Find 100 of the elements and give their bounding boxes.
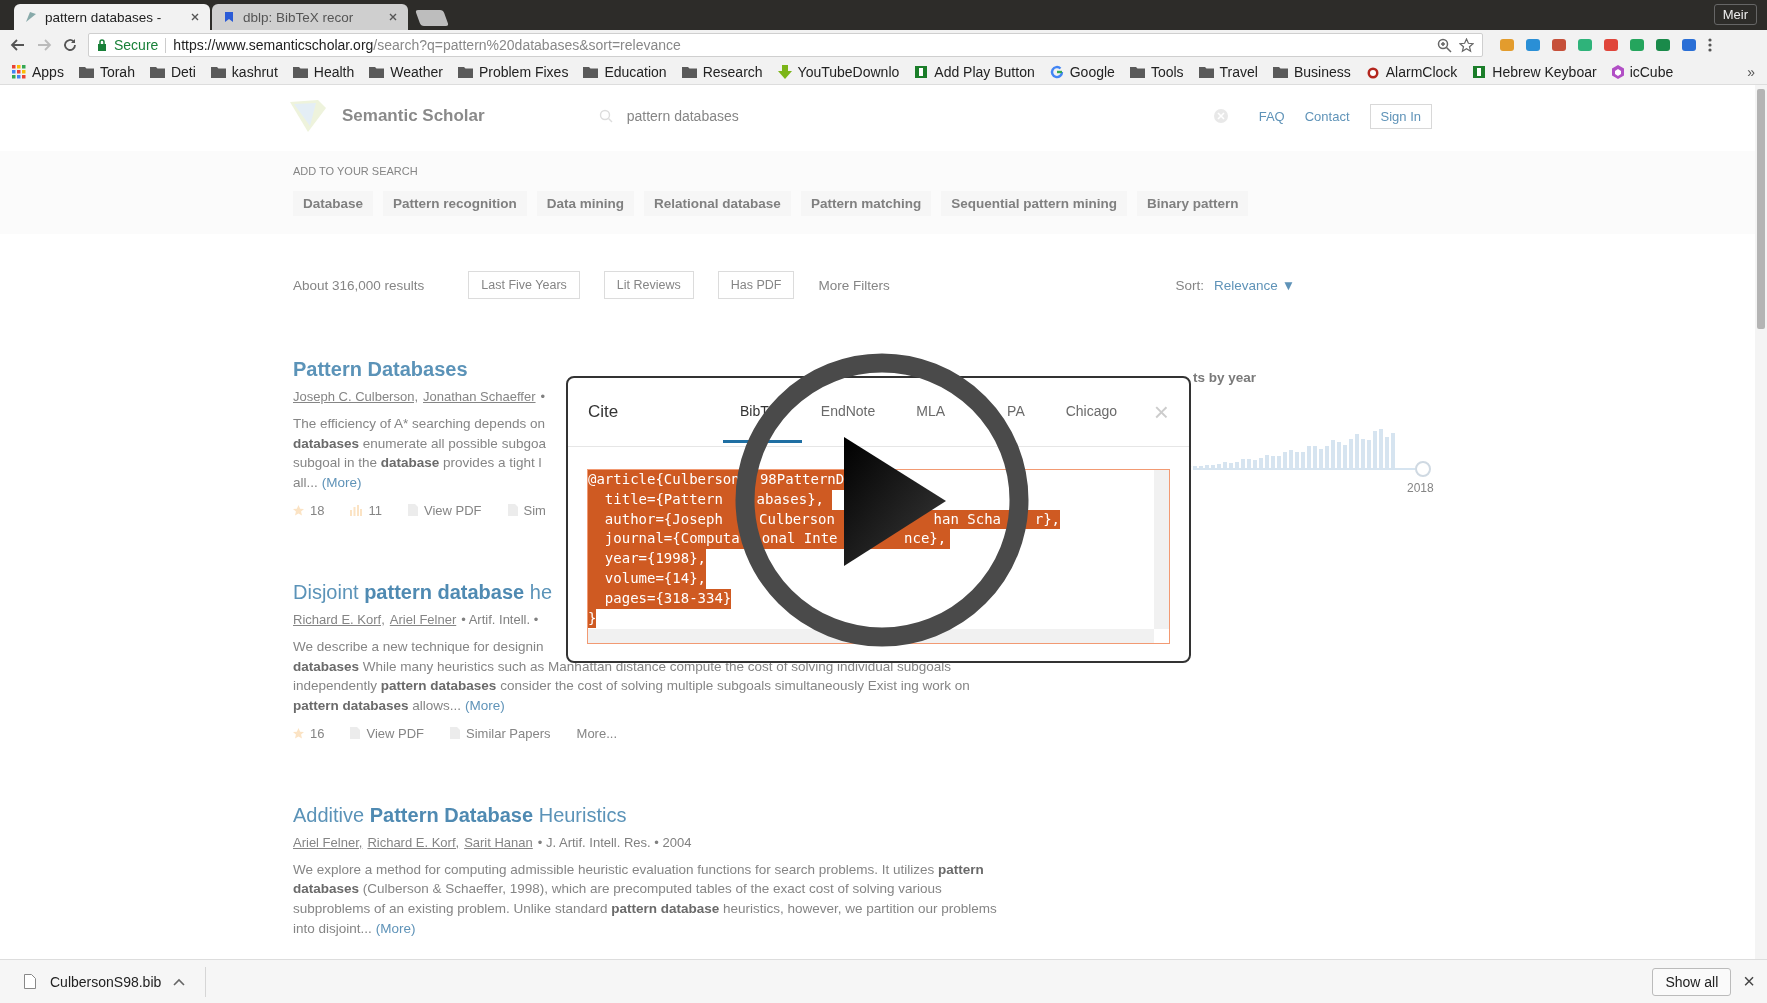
extension-icon[interactable]	[1525, 37, 1541, 53]
topic-chip[interactable]: Database	[293, 191, 374, 216]
more-bookmarks-button[interactable]: »	[1747, 64, 1755, 80]
close-icon[interactable]	[388, 12, 398, 22]
chart-bar	[1325, 446, 1329, 469]
bookmark-item[interactable]: Education	[583, 64, 667, 80]
code-text: title={Pattern	[603, 490, 723, 507]
sort-dropdown[interactable]: Relevance ▼	[1214, 277, 1295, 293]
alarm-clock-icon	[1365, 65, 1380, 79]
url-text: https://www.semanticscholar.org/search?q=pattern%20databases&sort=relevance	[173, 37, 681, 53]
site-brand[interactable]: Semantic Scholar	[342, 106, 485, 126]
extension-icon[interactable]	[1577, 37, 1593, 53]
bookmark-item[interactable]: Deti	[149, 64, 196, 80]
zoom-icon[interactable]	[1437, 37, 1452, 53]
extension-icon[interactable]	[1551, 37, 1567, 53]
menu-icon[interactable]	[1707, 37, 1713, 53]
download-arrow-icon	[777, 65, 792, 79]
bookmark-item[interactable]: Business	[1272, 64, 1351, 80]
back-icon[interactable]	[10, 37, 26, 53]
action-link[interactable]: More...	[576, 725, 618, 741]
chart-bar	[1265, 455, 1269, 469]
chart-bar	[1235, 462, 1239, 469]
bookmark-item[interactable]: Weather	[369, 64, 443, 80]
scrollbar[interactable]	[1755, 85, 1767, 959]
more-link[interactable]: (More)	[321, 475, 362, 491]
chart-bar	[1361, 439, 1365, 469]
author-link[interactable]: Sarit Hanan	[464, 833, 533, 852]
folder-icon	[1198, 66, 1214, 78]
topic-chip[interactable]: Sequential pattern mining	[941, 191, 1127, 216]
author-link[interactable]: Jonathan Schaeffer	[423, 388, 536, 406]
vertical-scrollbar[interactable]	[1154, 470, 1169, 629]
bookmark-item[interactable]: YouTubeDownlo	[777, 64, 900, 80]
author-link[interactable]: Richard E. Korf,	[367, 833, 460, 852]
show-all-button[interactable]: Show all	[1652, 967, 1732, 996]
profile-button[interactable]: Meir	[1713, 4, 1757, 25]
topic-chip[interactable]: Relational database	[644, 191, 791, 216]
topic-chip[interactable]: Pattern matching	[800, 191, 932, 216]
paper-title[interactable]: Additive Pattern Database Heuristics	[293, 801, 1193, 828]
bookmark-item[interactable]: Problem Fixes	[457, 64, 569, 80]
bookmark-item[interactable]: Health	[292, 64, 355, 80]
browser-tab[interactable]: pattern databases -	[14, 4, 210, 30]
nav-link[interactable]: FAQ	[1258, 108, 1285, 124]
format-tab[interactable]: PA	[1007, 402, 1025, 443]
action-link[interactable]: View PDF	[350, 725, 425, 741]
author-link[interactable]: Ariel Felner	[389, 610, 457, 629]
format-tab[interactable]: Chicago	[1065, 402, 1118, 443]
bookmark-item[interactable]: icCube	[1611, 64, 1674, 80]
close-button[interactable]: ×	[1743, 970, 1755, 993]
action-link[interactable]: Similar Papers	[450, 725, 551, 741]
caret-icon[interactable]	[173, 977, 186, 986]
bookmark-item[interactable]: Travel	[1198, 64, 1258, 80]
topic-chip[interactable]: Data mining	[536, 191, 635, 216]
extension-icon[interactable]	[1681, 37, 1697, 53]
abstract-line: into disjoint...	[293, 920, 372, 936]
nav-link[interactable]: Contact	[1304, 108, 1350, 124]
more-link[interactable]: (More)	[465, 697, 505, 713]
bookmark-item[interactable]: AlarmClock	[1365, 64, 1458, 80]
close-icon[interactable]	[190, 12, 200, 22]
author-link[interactable]: Richard E. Korf,	[293, 610, 385, 629]
format-tab[interactable]: EndNote	[820, 402, 876, 443]
bookmark-item[interactable]: Torah	[78, 64, 135, 80]
bookmark-item[interactable]: kashrut	[210, 64, 278, 80]
sign-in-button[interactable]: Sign In	[1369, 103, 1432, 129]
bookmark-item[interactable]: Apps	[12, 64, 64, 80]
bookmark-item[interactable]: Tools	[1129, 64, 1184, 80]
code-text: year={1998},	[603, 550, 706, 567]
chart-bar	[1259, 458, 1263, 469]
browser-tab[interactable]: dblp: BibTeX recor	[212, 4, 408, 30]
filter-button[interactable]: Has PDF	[717, 271, 795, 299]
bookmark-item[interactable]: Hebrew Keyboar	[1472, 64, 1597, 80]
format-tab[interactable]: MLA	[916, 402, 946, 443]
author-link[interactable]: Joseph C. Culberson,	[293, 388, 418, 406]
bookmark-item[interactable]: Research	[681, 64, 763, 80]
code-text: }	[588, 609, 597, 626]
extension-icon[interactable]	[1655, 37, 1671, 53]
action-link[interactable]: View PDF	[407, 502, 482, 518]
search-field[interactable]: pattern databases	[588, 99, 1239, 133]
author-link[interactable]: Ariel Felner,	[293, 833, 363, 852]
new-tab-button[interactable]	[415, 10, 449, 26]
star-icon[interactable]	[1459, 37, 1474, 53]
bookmark-icon	[222, 10, 236, 24]
reload-icon[interactable]	[62, 37, 78, 53]
address-bar[interactable]: Secure https://www.semanticscholar.org/search?q=pattern%20databases&sort=relevance	[88, 33, 1483, 57]
bookmark-item[interactable]: Add Play Button	[914, 64, 1035, 80]
year-marker[interactable]	[1415, 461, 1431, 477]
topic-chip[interactable]: Pattern recognition	[383, 191, 527, 216]
venue-text: •	[540, 388, 546, 406]
extension-icon[interactable]	[1603, 37, 1619, 53]
filter-button[interactable]: Last Five Years	[468, 271, 580, 299]
abstract-line: The efficiency of A* searching depends on	[293, 416, 545, 431]
bookmark-item[interactable]: Google	[1049, 64, 1115, 80]
extension-icon[interactable]	[1629, 37, 1645, 53]
folder-icon	[681, 66, 697, 78]
more-link[interactable]: (More)	[375, 920, 416, 936]
topic-chip[interactable]: Binary pattern	[1136, 191, 1249, 216]
filter-button[interactable]: Lit Reviews	[603, 271, 694, 299]
more-filters-link[interactable]: More Filters	[818, 277, 890, 293]
chart-bar	[1217, 464, 1221, 469]
action-link[interactable]: Sim	[507, 502, 546, 518]
download-item[interactable]: CulbersonS98.bib	[24, 973, 162, 990]
